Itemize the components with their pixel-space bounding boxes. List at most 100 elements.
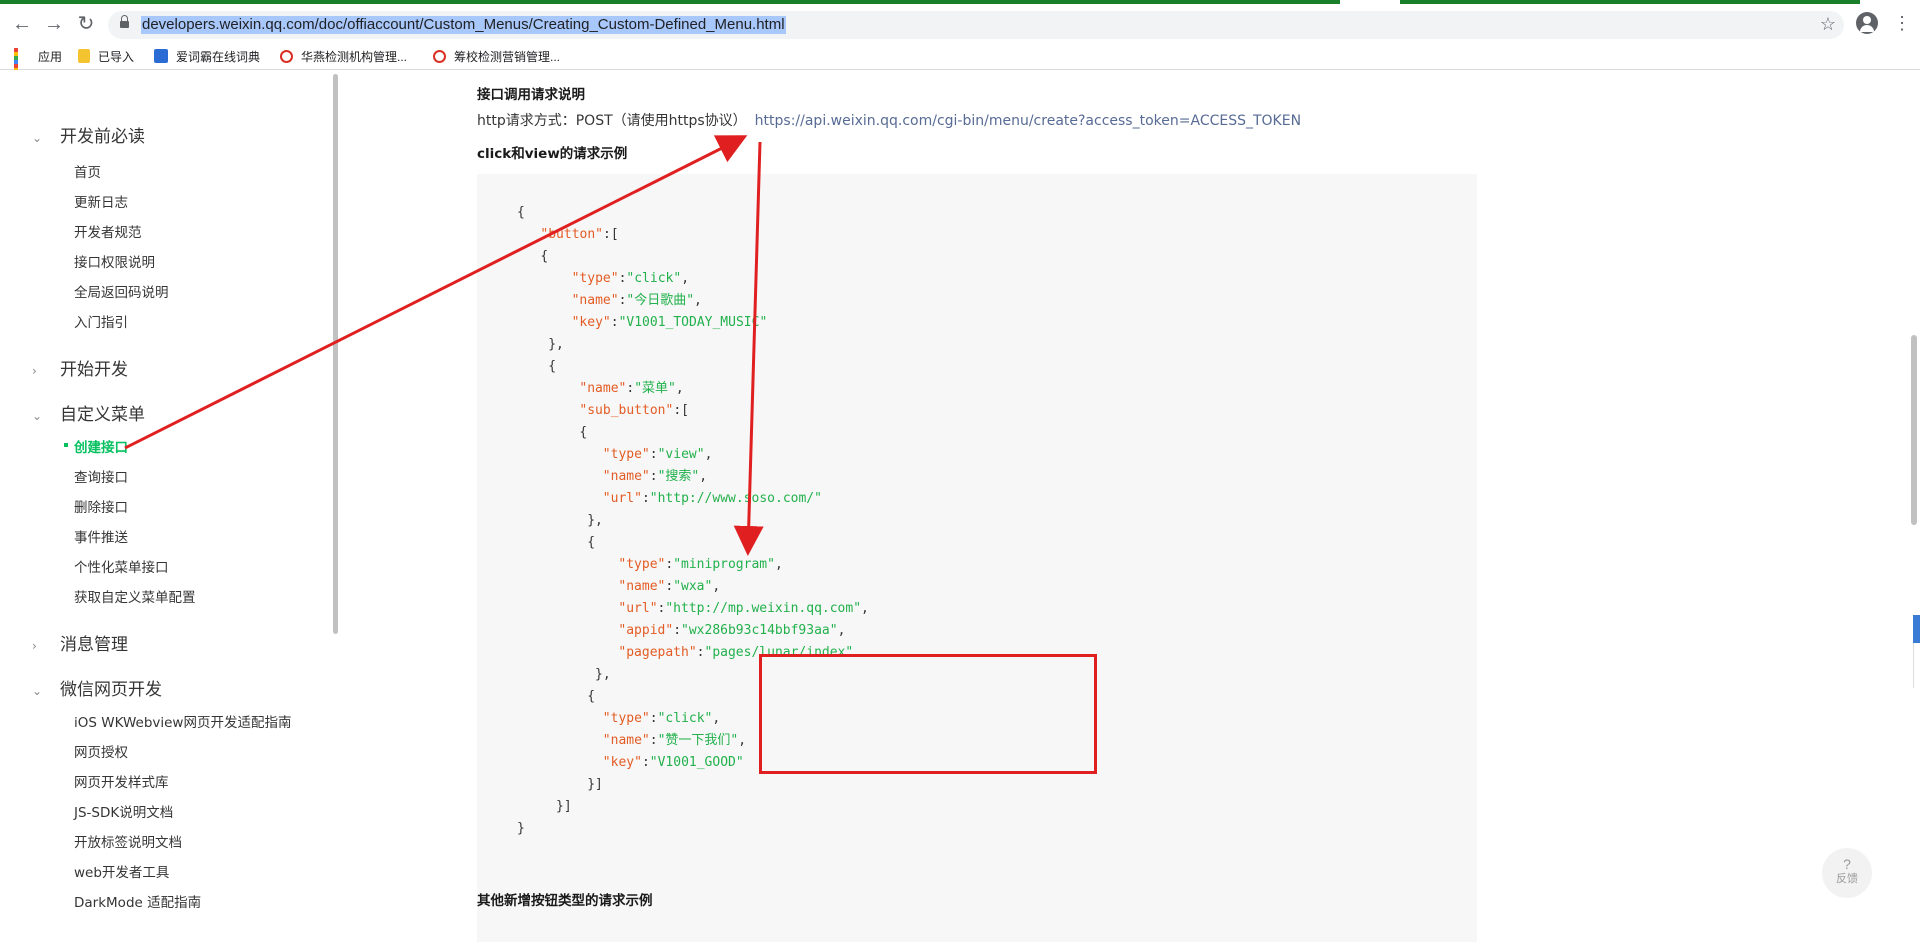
sidebar-item-home[interactable]: 首页 (74, 161, 101, 181)
code-line: "appid":"wx286b93c14bbf93aa", (618, 620, 845, 642)
sidebar-item-darkmode[interactable]: DarkMode 适配指南 (74, 891, 201, 911)
sidebar-item-delete-api[interactable]: 删除接口 (74, 496, 128, 516)
code-line: { (548, 356, 556, 378)
bookmark-label: 应用 (38, 49, 63, 64)
code-line: "name":"搜索", (603, 466, 707, 488)
sidebar-item-dev-spec[interactable]: 开发者规范 (74, 221, 142, 241)
sidebar-item-getting-started[interactable]: 入门指引 (74, 311, 128, 331)
question-icon: ? (1843, 856, 1851, 872)
code-line: "type":"click", (603, 708, 720, 730)
code-punct: { (587, 689, 596, 704)
group-label: 开始开发 (60, 360, 128, 380)
doc-content: 接口调用请求说明 http请求方式：POST（请使用https协议） https:… (340, 70, 1920, 942)
site-logo-icon (433, 49, 446, 63)
code-line: "sub_button":[ (579, 400, 689, 422)
sidebar-item-style-lib[interactable]: 网页开发样式库 (74, 771, 169, 791)
folder-icon (78, 49, 90, 63)
sidebar-item-event-push[interactable]: 事件推送 (74, 526, 128, 546)
code-line: "name":"今日歌曲", (572, 290, 702, 312)
code-punct: }, (595, 667, 611, 682)
sidebar-group-web-dev[interactable]: ⌄ 微信网页开发 (32, 675, 162, 700)
sidebar-item-web-auth[interactable]: 网页授权 (74, 741, 128, 761)
bookmark-label: 已导入 (98, 49, 135, 64)
side-floating-tab[interactable] (1913, 615, 1920, 643)
more-menu-icon[interactable]: ⋮ (1893, 12, 1911, 34)
code-line: "type":"click", (572, 268, 689, 290)
bookmark-imported[interactable]: 已导入 (78, 46, 134, 66)
code-punct: { (579, 425, 588, 440)
bookmark-dictionary[interactable]: 爱词霸在线词典 (154, 46, 260, 66)
other-example-title: 其他新增按钮类型的请求示例 (477, 893, 653, 909)
url-text[interactable]: developers.weixin.qq.com/doc/offiaccount… (141, 16, 786, 34)
code-punct: : (665, 579, 674, 594)
code-line: }, (587, 510, 603, 532)
sidebar-item-web-devtools[interactable]: web开发者工具 (74, 861, 169, 881)
request-url-link[interactable]: https://api.weixin.qq.com/cgi-bin/menu/c… (755, 113, 1301, 129)
group-label: 微信网页开发 (60, 680, 162, 700)
arrow-right-icon[interactable]: → (42, 12, 66, 36)
profile-avatar-icon[interactable] (1856, 12, 1878, 34)
sidebar-item-query-api[interactable]: 查询接口 (74, 466, 128, 486)
bookmark-label: 筹校检测营销管理... (454, 49, 561, 64)
sidebar-group-before-dev[interactable]: ⌄ 开发前必读 (32, 122, 145, 147)
page-scrollbar[interactable] (1911, 335, 1917, 525)
code-punct: : (649, 447, 658, 462)
code-punct: , (681, 271, 690, 286)
code-key: "name" (571, 293, 619, 308)
code-line: }] (587, 774, 603, 796)
bookmark-site-2[interactable]: 筹校检测营销管理... (433, 46, 560, 66)
code-string: "赞一下我们" (657, 733, 739, 748)
example-title: click和view的请求示例 (477, 146, 628, 162)
sidebar-item-changelog[interactable]: 更新日志 (74, 191, 128, 211)
group-label: 消息管理 (60, 635, 128, 655)
code-punct: , (738, 733, 747, 748)
code-block: {"button":[{"type":"click", "name":"今日歌曲"… (477, 174, 1477, 942)
bookmark-site-1[interactable]: 华燕检测机构管理... (280, 46, 407, 66)
code-key: "name" (579, 381, 627, 396)
code-key: "pagepath" (618, 645, 697, 660)
star-icon[interactable]: ☆ (1820, 14, 1836, 35)
code-key: "name" (618, 579, 666, 594)
code-line: "url":"http://www.soso.com/" (603, 488, 822, 510)
code-string: "http://mp.weixin.qq.com" (665, 601, 862, 616)
bookmark-apps[interactable]: 应用 (14, 46, 63, 84)
sidebar-item-jssdk[interactable]: JS-SDK说明文档 (74, 801, 173, 821)
code-line: }] (556, 796, 572, 818)
code-key: "name" (602, 469, 650, 484)
code-string: "view" (657, 447, 705, 462)
code-punct: , (712, 711, 721, 726)
sidebar-group-messages[interactable]: › 消息管理 (32, 630, 128, 655)
code-punct: , (675, 381, 684, 396)
code-punct: , (704, 447, 713, 462)
code-line: "key":"V1001_TODAY_MUSIC" (572, 312, 768, 334)
site-logo-icon (280, 49, 293, 63)
code-line: } (517, 818, 525, 840)
code-punct: { (540, 249, 549, 264)
chevron-down-icon: ⌄ (32, 684, 43, 698)
feedback-button[interactable]: ? 反馈 (1822, 848, 1872, 898)
sidebar-group-start-dev[interactable]: › 开始开发 (32, 355, 128, 380)
sidebar-item-create-api[interactable]: 创建接口 (64, 436, 128, 456)
code-punct: : (649, 711, 658, 726)
code-line: { (587, 686, 595, 708)
code-punct: }, (587, 513, 603, 528)
feedback-label: 反馈 (1836, 873, 1858, 885)
sidebar-group-custom-menu[interactable]: ⌄ 自定义菜单 (32, 400, 145, 425)
arrow-left-icon[interactable]: ← (10, 12, 34, 36)
code-punct: :[ (673, 403, 689, 418)
address-bar[interactable]: developers.weixin.qq.com/doc/offiaccount… (108, 11, 1844, 39)
reload-icon[interactable]: ↻ (74, 12, 98, 36)
code-punct: : (641, 755, 650, 770)
code-key: "button" (540, 227, 604, 242)
code-line: "url":"http://mp.weixin.qq.com", (618, 598, 868, 620)
sidebar-item-open-tags[interactable]: 开放标签说明文档 (74, 831, 182, 851)
sidebar-item-api-permission[interactable]: 接口权限说明 (74, 251, 155, 271)
code-line: { (579, 422, 587, 444)
sidebar-item-get-menu-config[interactable]: 获取自定义菜单配置 (74, 586, 196, 606)
sidebar-scrollbar[interactable] (333, 74, 338, 634)
sidebar-item-personalized-menu[interactable]: 个性化菜单接口 (74, 556, 169, 576)
sidebar-item-return-codes[interactable]: 全局返回码说明 (74, 281, 169, 301)
sidebar-item-ios-wkwebview[interactable]: iOS WKWebview网页开发适配指南 (74, 711, 291, 731)
chevron-right-icon: › (32, 364, 37, 378)
code-line: "type":"miniprogram", (618, 554, 782, 576)
